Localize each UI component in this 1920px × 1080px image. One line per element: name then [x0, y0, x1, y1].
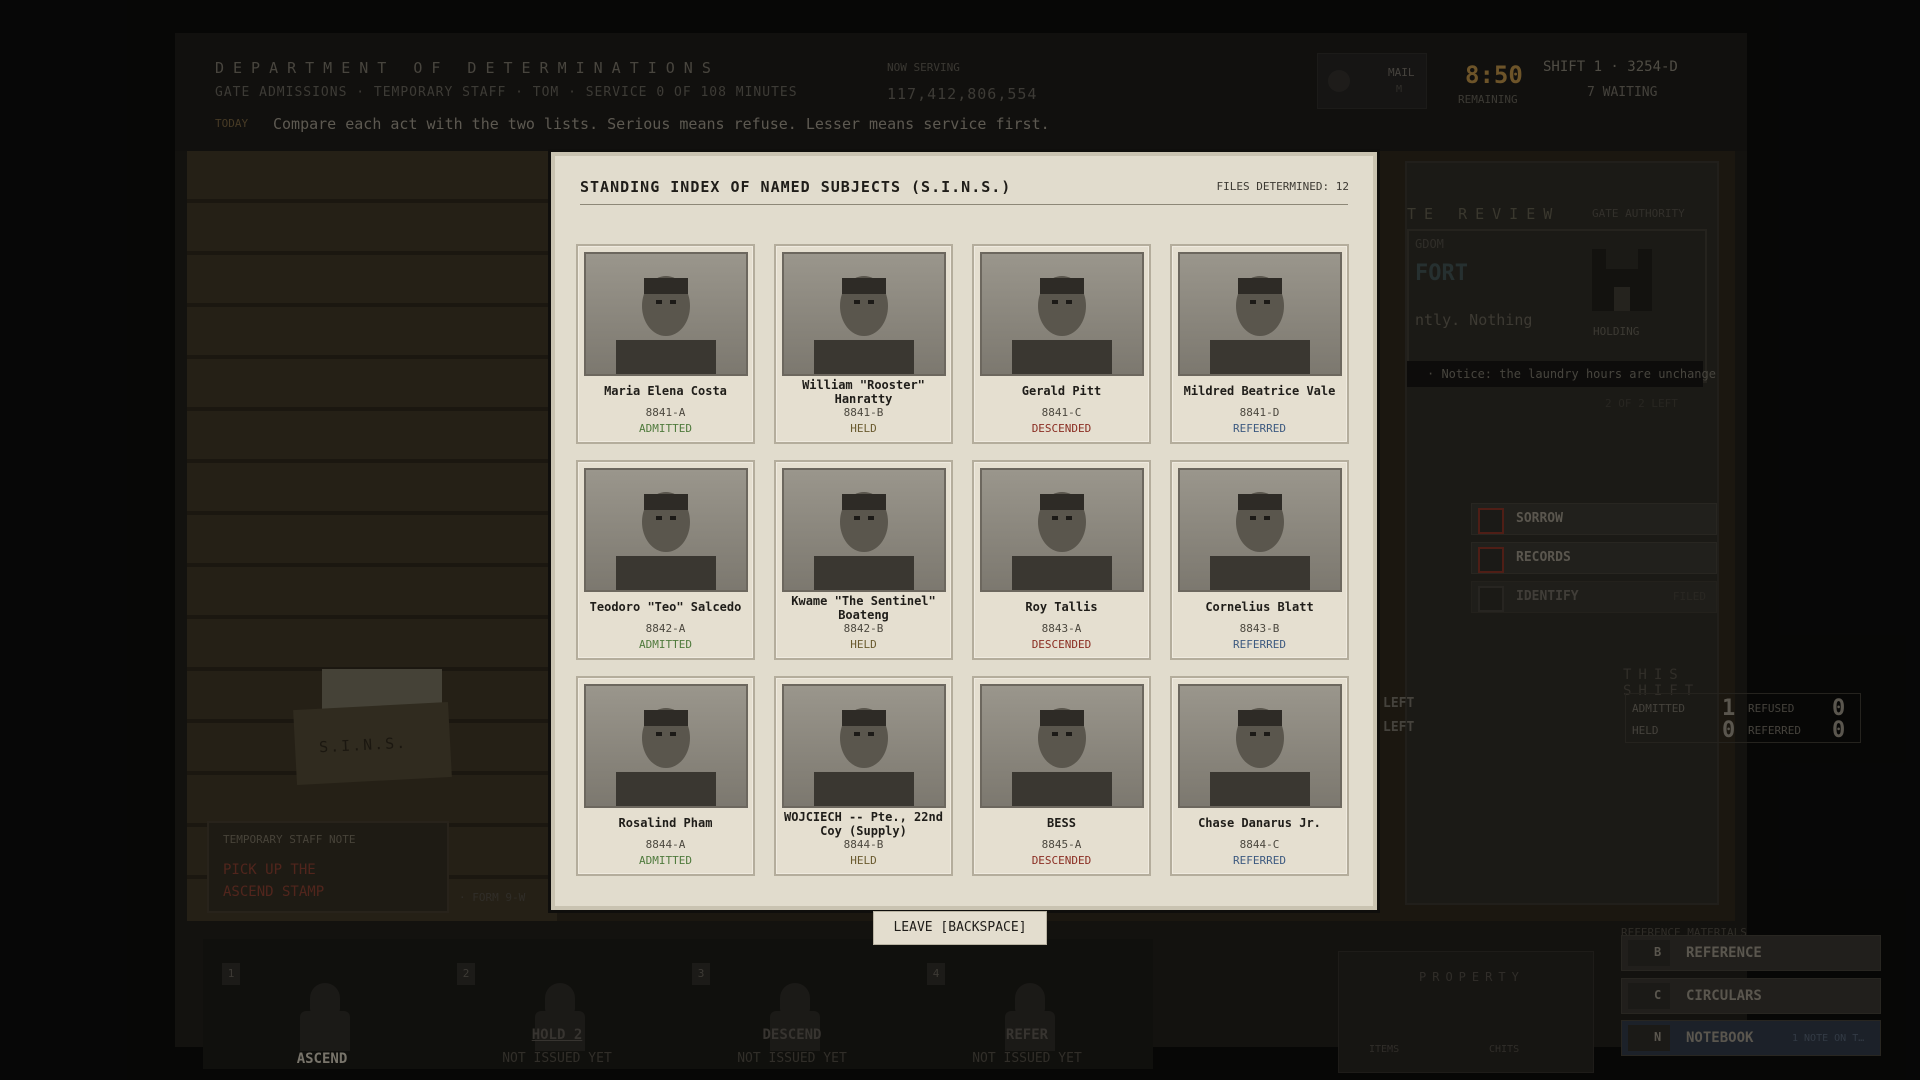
sins-index-modal: STANDING INDEX OF NAMED SUBJECTS (S.I.N.…: [551, 152, 1377, 910]
subject-status: DESCENDED: [1031, 638, 1092, 651]
subject-name: Mildred Beatrice Vale: [1183, 384, 1336, 398]
subject-portrait: [782, 468, 946, 592]
subject-status: ADMITTED: [639, 638, 692, 651]
subject-id: 8843-B: [1239, 622, 1280, 635]
subject-id: 8842-B: [843, 622, 884, 635]
subject-id: 8841-B: [843, 406, 884, 419]
subject-portrait: [980, 252, 1144, 376]
subject-id: 8841-A: [645, 406, 686, 419]
subject-card[interactable]: WOJCIECH -- Pte., 22nd Coy (Supply) 8844-…: [774, 676, 953, 876]
subject-name: William "Rooster" Hanratty: [802, 378, 925, 406]
subject-name: Chase Danarus Jr.: [1198, 816, 1321, 830]
subject-name: BESS: [1047, 816, 1076, 830]
subject-card[interactable]: Teodoro "Teo" Salcedo 8842-A ADMITTED: [576, 460, 755, 660]
subject-name: Kwame "The Sentinel" Boateng: [791, 594, 936, 622]
subject-id: 8844-A: [645, 838, 686, 851]
subject-id: 8841-C: [1041, 406, 1082, 419]
subject-card[interactable]: Roy Tallis 8843-A DESCENDED: [972, 460, 1151, 660]
subject-card[interactable]: Maria Elena Costa 8841-A ADMITTED: [576, 244, 755, 444]
subject-name: Maria Elena Costa: [604, 384, 727, 398]
subject-portrait: [980, 468, 1144, 592]
subject-portrait: [1178, 468, 1342, 592]
subject-portrait: [584, 684, 748, 808]
subject-status: ADMITTED: [639, 854, 692, 867]
subject-status: DESCENDED: [1031, 422, 1092, 435]
subject-status: REFERRED: [1233, 854, 1286, 867]
leave-button[interactable]: LEAVE [BACKSPACE]: [873, 911, 1047, 945]
subject-id: 8842-A: [645, 622, 686, 635]
subject-card[interactable]: Cornelius Blatt 8843-B REFERRED: [1170, 460, 1349, 660]
subject-card[interactable]: BESS 8845-A DESCENDED: [972, 676, 1151, 876]
subject-id: 8844-C: [1239, 838, 1280, 851]
subject-card[interactable]: Gerald Pitt 8841-C DESCENDED: [972, 244, 1151, 444]
subject-status: HELD: [850, 854, 877, 867]
subject-id: 8841-D: [1239, 406, 1280, 419]
subject-portrait: [782, 684, 946, 808]
modal-title: STANDING INDEX OF NAMED SUBJECTS (S.I.N.…: [580, 178, 1012, 196]
subject-status: HELD: [850, 638, 877, 651]
subject-portrait: [980, 684, 1144, 808]
subject-name: Cornelius Blatt: [1205, 600, 1314, 614]
subject-id: 8844-B: [843, 838, 884, 851]
subject-portrait: [1178, 684, 1342, 808]
subject-portrait: [584, 468, 748, 592]
subject-status: HELD: [850, 422, 877, 435]
subject-id: 8845-A: [1041, 838, 1082, 851]
subject-portrait: [584, 252, 748, 376]
subject-card[interactable]: Mildred Beatrice Vale 8841-D REFERRED: [1170, 244, 1349, 444]
files-determined: FILES DETERMINED: 12: [1216, 180, 1349, 193]
subject-card[interactable]: Rosalind Pham 8844-A ADMITTED: [576, 676, 755, 876]
subject-portrait: [1178, 252, 1342, 376]
subject-status: ADMITTED: [639, 422, 692, 435]
subject-name: Teodoro "Teo" Salcedo: [589, 600, 742, 614]
subject-status: DESCENDED: [1031, 854, 1092, 867]
subject-status: REFERRED: [1233, 422, 1286, 435]
subject-card[interactable]: Chase Danarus Jr. 8844-C REFERRED: [1170, 676, 1349, 876]
subject-status: REFERRED: [1233, 638, 1286, 651]
subject-name: WOJCIECH -- Pte., 22nd Coy (Supply): [784, 810, 943, 838]
subject-name: Rosalind Pham: [618, 816, 713, 830]
subject-card[interactable]: Kwame "The Sentinel" Boateng 8842-B HELD: [774, 460, 953, 660]
subject-name: Roy Tallis: [1025, 600, 1098, 614]
subject-card[interactable]: William "Rooster" Hanratty 8841-B HELD: [774, 244, 953, 444]
subject-id: 8843-A: [1041, 622, 1082, 635]
title-divider: [580, 204, 1348, 205]
subject-portrait: [782, 252, 946, 376]
subject-name: Gerald Pitt: [1021, 384, 1102, 398]
